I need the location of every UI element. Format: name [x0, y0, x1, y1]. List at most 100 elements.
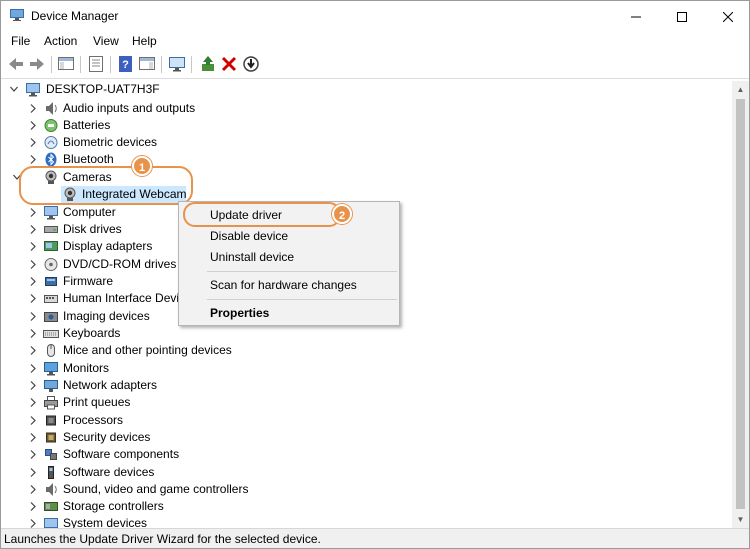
- storage-controller-icon: [43, 499, 59, 514]
- tree-item-software-devices[interactable]: Software devices: [1, 464, 301, 481]
- tree-item-audio[interactable]: Audio inputs and outputs: [1, 100, 301, 117]
- chevron-right-icon[interactable]: [28, 377, 38, 394]
- maximize-button[interactable]: [659, 1, 705, 31]
- chevron-right-icon[interactable]: [28, 446, 38, 463]
- chevron-right-icon[interactable]: [28, 256, 38, 273]
- status-bar: Launches the Update Driver Wizard for th…: [1, 528, 749, 548]
- context-menu-scan-hardware[interactable]: Scan for hardware changes: [179, 275, 399, 295]
- tree-item-security[interactable]: Security devices: [1, 429, 301, 446]
- tree-item-label: Print queues: [63, 395, 131, 409]
- context-menu-properties[interactable]: Properties: [179, 303, 399, 323]
- tree-item-storage[interactable]: Storage controllers: [1, 498, 301, 515]
- display-adapter-icon: [43, 239, 59, 254]
- scroll-down-arrow-icon[interactable]: ▼: [732, 511, 749, 528]
- scrollbar-thumb[interactable]: [736, 99, 745, 509]
- battery-icon: [43, 118, 59, 133]
- context-menu-disable-device[interactable]: Disable device: [179, 226, 399, 246]
- tree-item-monitors[interactable]: Monitors: [1, 360, 301, 377]
- menu-bar: File Action View Help: [1, 31, 749, 51]
- tree-item-keyboards[interactable]: Keyboards: [1, 325, 301, 342]
- back-arrow-icon[interactable]: [7, 55, 25, 73]
- tree-item-label: Mice and other pointing devices: [63, 343, 232, 357]
- chevron-right-icon[interactable]: [28, 100, 38, 117]
- tree-root[interactable]: DESKTOP-UAT7H3F: [1, 81, 301, 98]
- tree-item-label: Monitors: [63, 361, 110, 375]
- chevron-right-icon[interactable]: [28, 117, 38, 134]
- tree-item-label: Audio inputs and outputs: [63, 101, 196, 115]
- menu-action[interactable]: Action: [44, 34, 77, 48]
- chevron-right-icon[interactable]: [28, 342, 38, 359]
- status-text: Launches the Update Driver Wizard for th…: [4, 532, 321, 546]
- chevron-right-icon[interactable]: [28, 238, 38, 255]
- chevron-down-icon[interactable]: [9, 81, 19, 98]
- minimize-button[interactable]: [613, 1, 659, 31]
- tree-item-software-components[interactable]: Software components: [1, 446, 301, 463]
- tree-item-label: Firmware: [63, 274, 113, 288]
- tree-item-processors[interactable]: Processors: [1, 412, 301, 429]
- chevron-right-icon[interactable]: [28, 429, 38, 446]
- action-pane-icon[interactable]: [138, 55, 156, 73]
- tree-item-batteries[interactable]: Batteries: [1, 117, 301, 134]
- svg-text:?: ?: [122, 59, 129, 71]
- tree-item-mice[interactable]: Mice and other pointing devices: [1, 342, 301, 359]
- chevron-right-icon[interactable]: [28, 360, 38, 377]
- toolbar-separator: [161, 56, 162, 73]
- vertical-scrollbar[interactable]: ▲ ▼: [732, 81, 749, 528]
- tree-root-label: DESKTOP-UAT7H3F: [46, 82, 160, 96]
- callout-badge-2: 2: [332, 204, 352, 224]
- title-bar: Device Manager: [1, 1, 749, 31]
- tree-item-network[interactable]: Network adapters: [1, 377, 301, 394]
- forward-arrow-icon[interactable]: [28, 55, 46, 73]
- chevron-right-icon[interactable]: [28, 325, 38, 342]
- callout-badge-1: 1: [132, 156, 152, 176]
- show-hide-console-tree-icon[interactable]: [57, 55, 75, 73]
- context-menu-uninstall-device[interactable]: Uninstall device: [179, 247, 399, 267]
- dvd-drive-icon: [43, 257, 59, 272]
- chevron-right-icon[interactable]: [28, 481, 38, 498]
- context-menu-item-label: Disable device: [210, 229, 289, 243]
- tree-item-label: Imaging devices: [63, 309, 150, 323]
- tree-item-label: Disk drives: [63, 222, 122, 236]
- chevron-right-icon[interactable]: [28, 498, 38, 515]
- tree-item-label: Bluetooth: [63, 152, 114, 166]
- monitor-scan-icon[interactable]: [168, 55, 186, 73]
- tree-item-print-queues[interactable]: Print queues: [1, 394, 301, 411]
- update-driver-icon[interactable]: [199, 55, 217, 73]
- chevron-right-icon[interactable]: [28, 290, 38, 307]
- tree-item-biometric[interactable]: Biometric devices: [1, 134, 301, 151]
- chevron-right-icon[interactable]: [28, 221, 38, 238]
- callout-highlight-update-driver: [183, 202, 341, 227]
- tree-item-label: Security devices: [63, 430, 151, 444]
- close-button[interactable]: [705, 1, 750, 31]
- device-manager-window: Device Manager File Action View Help ? D…: [0, 0, 750, 549]
- chevron-right-icon[interactable]: [28, 134, 38, 151]
- chevron-right-icon[interactable]: [28, 204, 38, 221]
- tree-item-label: Batteries: [63, 118, 111, 132]
- network-adapter-icon: [43, 378, 59, 393]
- context-menu-separator: [207, 299, 397, 300]
- chevron-right-icon[interactable]: [28, 394, 38, 411]
- chevron-right-icon[interactable]: [28, 412, 38, 429]
- menu-file[interactable]: File: [11, 34, 30, 48]
- download-icon[interactable]: [242, 55, 260, 73]
- speaker-icon: [43, 101, 59, 116]
- window-title: Device Manager: [31, 9, 119, 23]
- help-icon[interactable]: ?: [117, 55, 135, 73]
- chevron-right-icon[interactable]: [28, 273, 38, 290]
- chevron-right-icon[interactable]: [28, 515, 38, 528]
- bluetooth-icon: [43, 152, 59, 167]
- uninstall-icon[interactable]: [220, 55, 238, 73]
- firmware-icon: [43, 274, 59, 289]
- menu-help[interactable]: Help: [132, 34, 157, 48]
- toolbar-separator: [80, 56, 81, 73]
- chevron-right-icon[interactable]: [28, 308, 38, 325]
- chevron-right-icon[interactable]: [28, 464, 38, 481]
- tree-item-label: Keyboards: [63, 326, 121, 340]
- computer-icon: [25, 82, 41, 97]
- tree-item-system-devices[interactable]: System devices: [1, 515, 301, 528]
- scroll-up-arrow-icon[interactable]: ▲: [732, 81, 749, 98]
- properties-icon[interactable]: [87, 55, 105, 73]
- menu-view[interactable]: View: [93, 34, 119, 48]
- tree-item-label: Biometric devices: [63, 135, 158, 149]
- tree-item-sound-video[interactable]: Sound, video and game controllers: [1, 481, 301, 498]
